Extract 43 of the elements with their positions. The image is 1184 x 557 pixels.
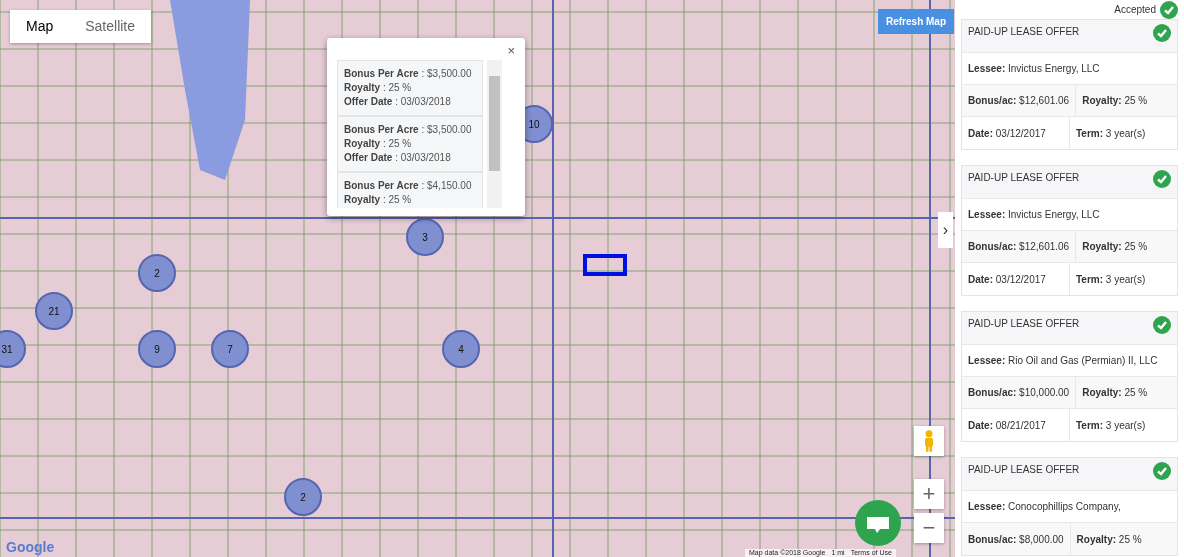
- zoom-in-button[interactable]: +: [914, 479, 944, 509]
- offer-detail: Royalty: 25 %: [1082, 94, 1148, 108]
- close-button[interactable]: ×: [503, 41, 519, 61]
- offer-field: Royalty : 25 %: [344, 81, 476, 95]
- offer-field: Royalty : 25 %: [344, 137, 476, 151]
- offer-detail: Lessee: Invictus Energy, LLC: [968, 62, 1100, 76]
- offer-detail: Date: 08/21/2017: [968, 418, 1046, 433]
- offer-detail: Term: 3 year(s): [1076, 272, 1146, 287]
- zoom-out-button[interactable]: −: [914, 513, 944, 543]
- offer-detail: Bonus/ac: $12,601.06: [968, 240, 1070, 254]
- map-type-tab[interactable]: Map: [10, 10, 70, 43]
- status-label: Accepted: [1114, 3, 1156, 17]
- offer-detail: Royalty: 25 %: [1082, 240, 1148, 254]
- offer-field: Royalty : 25 %: [344, 193, 476, 207]
- offer-detail: Royalty: 25 %: [1076, 532, 1142, 547]
- offer-title: PAID-UP LEASE OFFER: [968, 171, 1080, 185]
- offer-field: Offer Date : 03/03/2018: [344, 95, 476, 109]
- offer-detail: Lessee: Invictus Energy, LLC: [968, 208, 1100, 222]
- panel-toggle-button[interactable]: ›: [938, 212, 953, 248]
- offer-detail: Term: 3 year(s): [1076, 126, 1146, 141]
- offer-detail: Bonus/ac: $12,601.06: [968, 94, 1070, 108]
- chat-bubble-icon: [866, 515, 890, 535]
- offer-title: PAID-UP LEASE OFFER: [968, 463, 1080, 477]
- offer-detail: Lessee: Rio Oil and Gas (Permian) II, LLC: [968, 354, 1158, 368]
- offer-detail: Date: 03/12/2017: [968, 126, 1046, 141]
- offer-detail: Date: 03/12/2017: [968, 272, 1046, 287]
- offer-field: Offer Date : 03/03/2018: [344, 151, 476, 165]
- offer-detail: Bonus/ac: $10,000.00: [968, 386, 1070, 400]
- refresh-map-button[interactable]: Refresh Map: [878, 9, 954, 34]
- offer-detail: Royalty: 25 %: [1082, 386, 1148, 400]
- offer-detail: Lessee: Conocophillips Company,: [968, 500, 1121, 514]
- offer-field: Bonus Per Acre : $4,150.00: [344, 179, 476, 193]
- offer-detail: Term: 3 year(s): [1076, 418, 1146, 433]
- offer-field: Bonus Per Acre : $3,500.00: [344, 67, 476, 81]
- map-logo: Google: [6, 540, 55, 554]
- person-icon: [925, 430, 933, 452]
- scrollbar[interactable]: [487, 60, 502, 208]
- offer-detail: Bonus/ac: $8,000.00: [968, 532, 1064, 547]
- offer-field: Bonus Per Acre : $3,500.00: [344, 123, 476, 137]
- offer-title: PAID-UP LEASE OFFER: [968, 25, 1080, 39]
- street-view-button[interactable]: [914, 426, 944, 456]
- map-type-tab[interactable]: Satellite: [69, 10, 152, 43]
- offer-title: PAID-UP LEASE OFFER: [968, 317, 1080, 331]
